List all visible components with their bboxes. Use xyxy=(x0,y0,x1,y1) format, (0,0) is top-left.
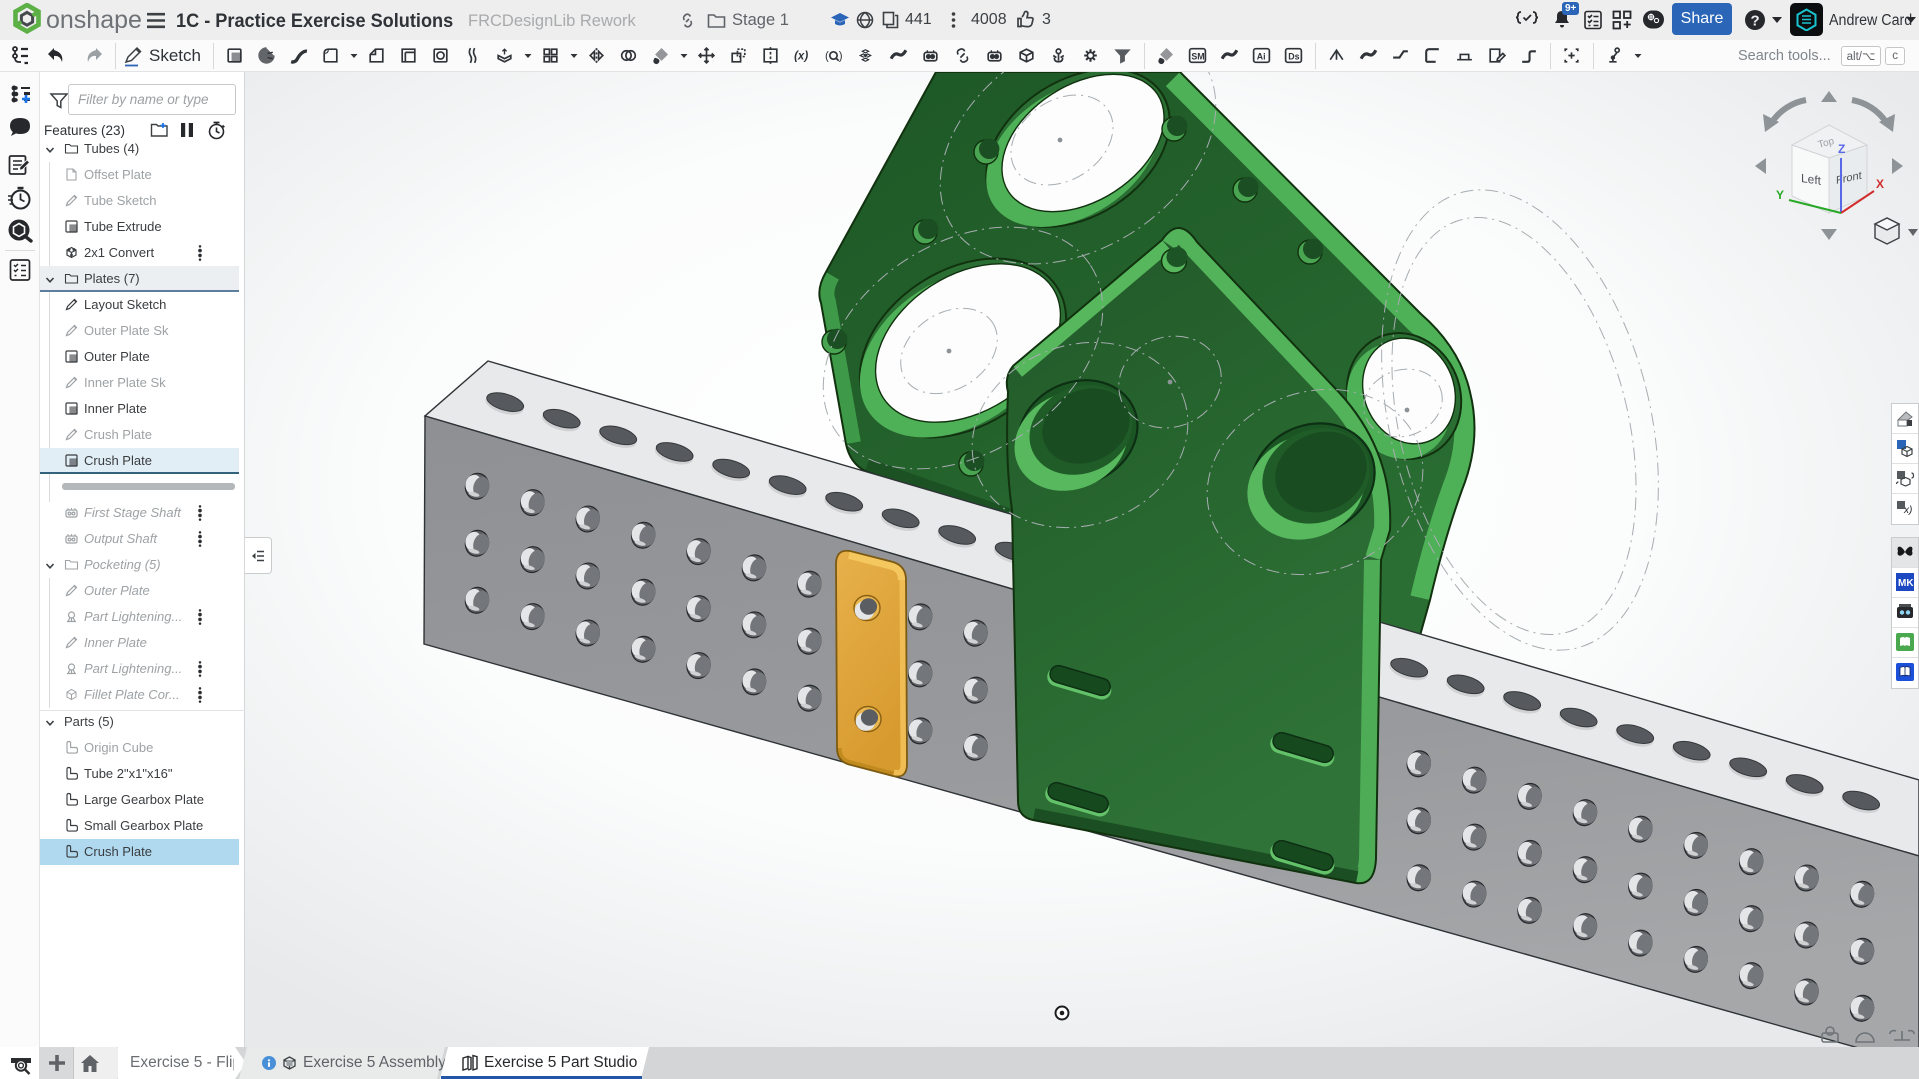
svg-text:x): x) xyxy=(1903,505,1912,516)
svg-text:): ) xyxy=(839,51,843,63)
svg-text:?: ? xyxy=(1751,13,1760,30)
svg-text:Left: Left xyxy=(1801,171,1822,188)
svg-text:(: ( xyxy=(826,51,830,63)
svg-text:Ai: Ai xyxy=(1257,51,1266,61)
svg-text:Ds: Ds xyxy=(1289,51,1300,61)
svg-text:MK: MK xyxy=(1898,578,1914,589)
svg-text:SM: SM xyxy=(1192,51,1205,61)
svg-text:Z: Z xyxy=(1838,142,1845,156)
svg-text:X: X xyxy=(1876,177,1884,191)
svg-text:Y: Y xyxy=(1776,188,1784,202)
svg-text:(x): (x) xyxy=(795,51,809,63)
